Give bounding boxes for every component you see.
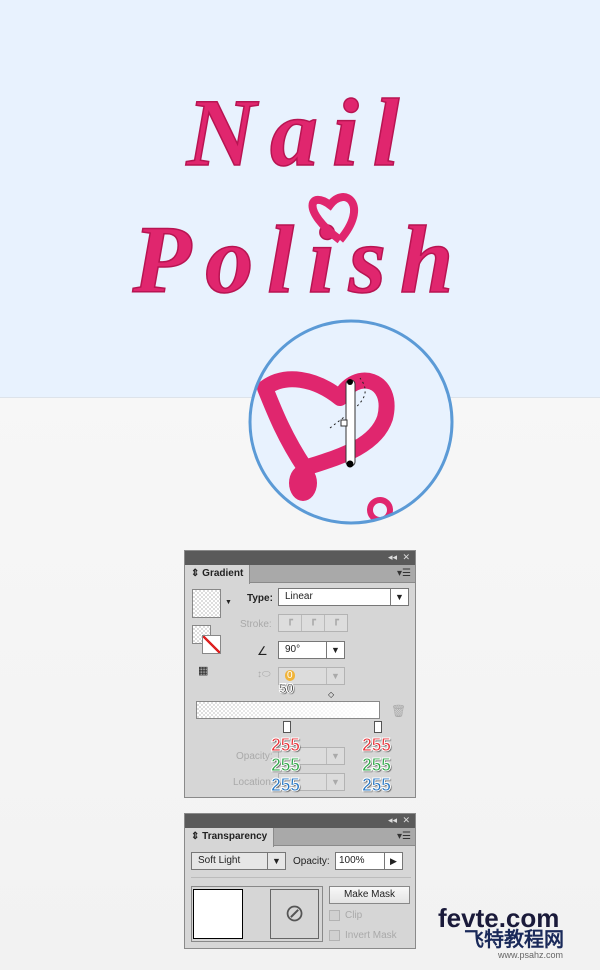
chevron-down-icon: ▼ (267, 853, 285, 869)
chevron-down-icon[interactable]: ▼ (326, 642, 344, 658)
opacity-input[interactable]: 100% ▶ (335, 852, 403, 870)
opacity-label: Opacity: (236, 751, 273, 762)
zoom-magnifier (248, 319, 454, 525)
stroke-label: Stroke: (240, 619, 272, 630)
clip-label: Clip (345, 910, 363, 921)
make-mask-button[interactable]: Make Mask (329, 886, 410, 904)
close-icon[interactable]: ✕ (402, 552, 410, 563)
reverse-gradient-icon[interactable]: ▦ (198, 664, 208, 677)
play-arrow-icon[interactable]: ▶ (384, 853, 402, 869)
location-label: Location: (233, 777, 274, 788)
opacity-label: Opacity: (293, 856, 330, 867)
tab-transparency[interactable]: ⇕ Transparency (185, 828, 275, 847)
artwork-text-line1: Nail (186, 79, 414, 186)
panel-menu-icon[interactable]: ▾☰ (397, 831, 411, 842)
swatch-dropdown-icon[interactable]: ▼ (225, 599, 232, 606)
aspect-ratio-icon: ↕⬭ (257, 669, 271, 680)
object-thumbnail[interactable] (193, 889, 243, 939)
blend-mode-select[interactable]: Soft Light ▼ (191, 852, 286, 870)
chevron-down-icon: ▼ (390, 589, 408, 605)
stroke-gradient-buttons: ┏ ┏ ┏ (278, 614, 348, 632)
stop1-red-value: 255 (271, 735, 301, 756)
delete-stop-icon[interactable]: 🗑 (391, 704, 406, 718)
angle-icon: ∠ (257, 644, 268, 658)
panel-menu-icon[interactable]: ▾☰ (397, 568, 411, 579)
angle-input[interactable]: 90° ▼ (278, 641, 345, 659)
gradient-stop-right[interactable] (374, 721, 382, 733)
stop2-blue-value: 255 (362, 775, 392, 796)
artwork-text-line2: Polish (132, 206, 468, 313)
stroke-none-swatch[interactable] (202, 635, 221, 654)
clip-checkbox[interactable] (329, 910, 340, 921)
stop2-green-value: 255 (362, 755, 392, 776)
close-icon[interactable]: ✕ (402, 815, 410, 826)
midpoint-annotation: 50 (279, 680, 295, 697)
tab-gradient[interactable]: ⇕ Gradient (185, 565, 251, 584)
gradient-slider[interactable] (196, 701, 380, 719)
gradient-swatch[interactable] (192, 589, 221, 618)
stop2-red-value: 255 (362, 735, 392, 756)
midpoint-diamond[interactable]: ◇ (328, 690, 334, 699)
type-label: Type: (247, 593, 273, 604)
no-mask-icon[interactable]: ⊘ (270, 889, 319, 939)
collapse-icon[interactable]: ◂◂ (388, 552, 397, 563)
gradient-panel: ◂◂ ✕ ⇕ Gradient ▾☰ ▼ ▦ Type: Linear ▼ Strok… (184, 550, 416, 798)
stop1-green-value: 255 (271, 755, 301, 776)
collapse-icon[interactable]: ◂◂ (388, 815, 397, 826)
invert-mask-label: Invert Mask (345, 930, 397, 941)
stop1-blue-value: 255 (271, 775, 301, 796)
watermark-logo: fevte.com 飞特教程网 www.psahz.com (438, 903, 564, 960)
transparency-panel: ◂◂ ✕ ⇕ Transparency ▾☰ Soft Light ▼ Opacity… (184, 813, 416, 949)
thumbnail-area: ⊘ (191, 886, 323, 942)
invert-mask-checkbox[interactable] (329, 930, 340, 941)
gradient-stop-left[interactable] (283, 721, 291, 733)
type-select[interactable]: Linear ▼ (278, 588, 409, 606)
